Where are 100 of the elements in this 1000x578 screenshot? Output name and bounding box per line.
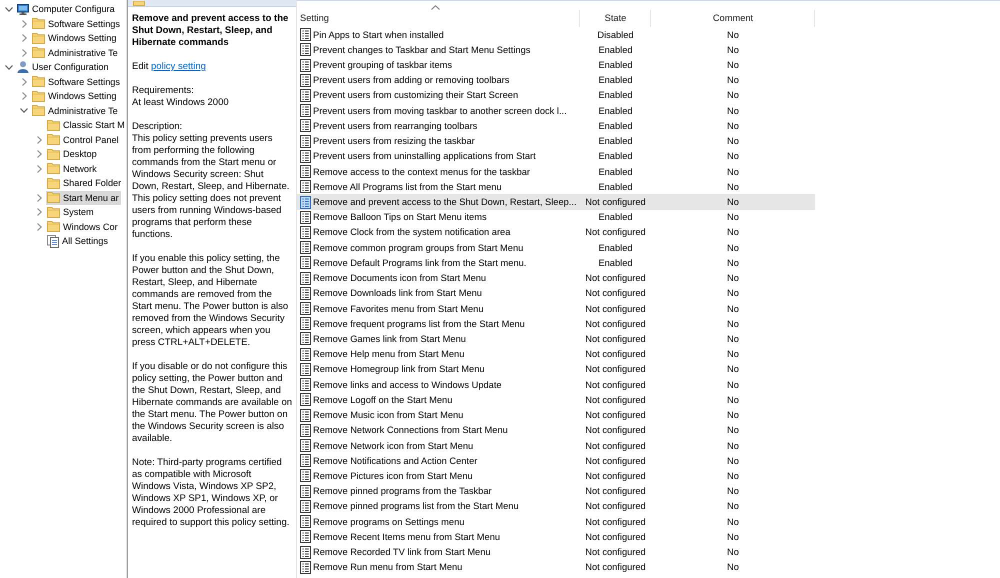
tree-item[interactable]: Classic Start M <box>46 118 127 132</box>
policy-setting-link[interactable]: policy setting <box>151 61 206 72</box>
table-row[interactable]: Remove Default Programs link from the Start menu. Enabled No <box>297 255 815 270</box>
table-row[interactable]: Remove Logoff on the Start Menu Not configured No <box>297 392 815 408</box>
tree-item[interactable]: Start Menu ar <box>46 190 121 205</box>
setting-name: Prevent users from resizing the taskbar <box>313 135 475 148</box>
table-row[interactable]: Remove Balloon Tips on Start Menu items Enabled No <box>297 210 815 225</box>
tree-item[interactable]: Software Settings <box>31 16 122 31</box>
tree-item[interactable]: System <box>46 205 96 220</box>
table-row[interactable]: Prevent users from uninstalling applications from Start Enabled No <box>297 148 815 164</box>
setting-name: Prevent users from customizing their Start Screen <box>313 89 518 102</box>
chevron-down-icon[interactable] <box>5 64 13 70</box>
table-row[interactable]: Remove Favorites menu from Start Menu Not configured No <box>297 300 815 316</box>
table-row[interactable]: Prevent users from resizing the taskbar Enabled No <box>297 134 815 149</box>
table-row[interactable]: Remove links and access to Windows Update Not configured No <box>297 377 815 392</box>
chevron-right-icon[interactable] <box>22 92 26 100</box>
tree-item[interactable]: Windows Cor <box>46 220 120 234</box>
table-row[interactable]: Remove Clock from the system notification area Not configured No <box>297 224 815 240</box>
chevron-right-icon[interactable] <box>36 164 42 173</box>
chevron-down-icon[interactable] <box>5 6 13 12</box>
chevron-right-icon[interactable] <box>36 136 42 144</box>
state-cell-text: Enabled <box>597 74 634 86</box>
table-row[interactable]: Remove Games link from Start Menu Not configured No <box>297 331 815 347</box>
table-row[interactable]: Remove Network Connections from Start Menu Not configured No <box>297 422 815 438</box>
list-document-icon <box>300 165 311 178</box>
chevron-right-icon[interactable] <box>22 34 26 42</box>
state-cell-text: Not configured <box>584 546 647 558</box>
tree-item[interactable]: Windows Setting <box>31 31 118 46</box>
chevron-right-icon[interactable] <box>36 194 42 202</box>
table-row[interactable]: Pin Apps to Start when installed Disabled No <box>297 27 815 42</box>
description-paragraph: This policy setting prevents users from performing the following commands from the Start menu or Windows Security screen: Shut Down, Restart, Sleep, and Hibernate. This policy setting does not prevent users from running Windows-based programs that perform these functions. <box>132 133 290 241</box>
list-document-icon <box>300 408 311 422</box>
tree-item[interactable]: Administrative Te <box>31 104 120 118</box>
tree-item[interactable]: User Configuration <box>16 60 111 74</box>
table-row[interactable]: Prevent grouping of taskbar items Enabled No <box>297 57 815 73</box>
list-document-icon <box>300 286 311 300</box>
chevron-right-icon[interactable] <box>22 48 26 57</box>
table-row[interactable]: Remove Downloads link from Start Menu Not configured No <box>297 286 815 301</box>
state-cell-text: Enabled <box>597 150 634 162</box>
state-cell-text: Not configured <box>584 378 647 391</box>
comment-cell-text: No <box>726 409 740 422</box>
requirements-label: Requirements: <box>132 85 195 97</box>
comment-cell-text: No <box>726 440 740 452</box>
comment-cell-text: No <box>726 256 740 269</box>
table-row[interactable]: Remove pinned programs list from the Start Menu Not configured No <box>297 498 815 514</box>
list-document-icon <box>300 88 311 102</box>
chevron-right-icon[interactable] <box>22 20 26 28</box>
tree-item[interactable]: Desktop <box>46 147 99 162</box>
tree-item[interactable]: Network <box>46 162 99 176</box>
setting-name: Remove access to the context menus for the taskbar <box>313 166 530 178</box>
setting-name: Remove Network Connections from Start Menu <box>313 424 508 436</box>
table-row[interactable]: Remove Recorded TV link from Start Menu Not configured No <box>297 544 815 560</box>
table-row[interactable]: Remove Network icon from Start Menu Not configured No <box>297 438 815 454</box>
tree-item[interactable]: Shared Folder <box>46 176 124 190</box>
table-row[interactable]: Remove Music icon from Start Menu Not configured No <box>297 407 815 423</box>
table-row[interactable]: Prevent users from rearranging toolbars Enabled No <box>297 118 815 134</box>
table-row[interactable]: Prevent changes to Taskbar and Start Menu Settings Enabled No <box>297 42 815 58</box>
list-document-icon <box>300 393 311 406</box>
column-header[interactable]: Comment <box>651 1 815 27</box>
tree-item[interactable]: Software Settings <box>31 74 122 89</box>
table-row[interactable]: Remove pinned programs from the Taskbar Not configured No <box>297 484 815 499</box>
tree-item[interactable]: Administrative Te <box>31 46 120 60</box>
comment-cell-text: No <box>726 454 740 467</box>
table-row[interactable]: Remove Run menu from Start Menu Not configured No <box>297 560 815 575</box>
chevron-right-icon[interactable] <box>22 78 26 86</box>
tree-item[interactable]: Computer Configura <box>16 2 117 16</box>
setting-name: Remove Default Programs link from the Start menu. <box>313 256 526 269</box>
chevron-down-icon[interactable] <box>20 108 28 114</box>
table-row[interactable]: Remove Homegroup link from Start Menu Not configured No <box>297 362 815 378</box>
tree-item[interactable]: All Settings <box>46 234 110 248</box>
table-row[interactable]: Prevent users from adding or removing toolbars Enabled No <box>297 72 815 88</box>
table-row[interactable]: Remove Help menu from Start Menu Not configured No <box>297 346 815 362</box>
tree-item[interactable]: Windows Setting <box>31 89 118 104</box>
table-row[interactable]: Remove frequent programs list from the Start Menu Not configured No <box>297 316 815 332</box>
table-row[interactable]: Prevent users from customizing their Start Screen Enabled No <box>297 88 815 104</box>
comment-cell-text: No <box>726 394 740 406</box>
table-row[interactable]: Remove Recent Items menu from Start Menu Not configured No <box>297 529 815 544</box>
setting-name: Remove Balloon Tips on Start Menu items <box>313 211 487 224</box>
table-row[interactable]: Remove Documents icon from Start Menu Not configured No <box>297 270 815 286</box>
column-header[interactable]: Setting <box>297 1 580 27</box>
table-row[interactable]: Remove common program groups from Start Menu Enabled No <box>297 240 815 256</box>
chevron-right-icon[interactable] <box>36 150 42 158</box>
state-cell-text: Enabled <box>597 180 634 193</box>
tree-item[interactable]: Control Panel <box>46 132 121 147</box>
table-row[interactable]: Remove Notifications and Action Center Not configured No <box>297 453 815 468</box>
chevron-right-icon[interactable] <box>36 222 42 231</box>
comment-cell-text: No <box>726 485 740 498</box>
table-row[interactable]: Remove access to the context menus for the taskbar Enabled No <box>297 164 815 180</box>
setting-name: Remove Music icon from Start Menu <box>313 409 464 422</box>
list-document-icon <box>300 469 311 482</box>
setting-name: Remove programs on Settings menu <box>313 516 464 528</box>
table-row[interactable]: Remove programs on Settings menu Not configured No <box>297 514 815 530</box>
chevron-right-icon[interactable] <box>36 208 42 216</box>
comment-cell-text: No <box>726 516 740 528</box>
table-row[interactable]: Prevent users from moving taskbar to another screen dock l... Enabled No <box>297 103 815 118</box>
setting-name: Remove frequent programs list from the Start Menu <box>313 318 525 330</box>
table-row[interactable]: Remove Pictures icon from Start Menu Not configured No <box>297 468 815 484</box>
column-header[interactable]: State <box>580 1 651 27</box>
table-row[interactable]: Remove All Programs list from the Start menu Enabled No <box>297 179 815 194</box>
table-row[interactable]: Remove and prevent access to the Shut Down, Restart, Sleep... Not configured No <box>297 194 815 210</box>
